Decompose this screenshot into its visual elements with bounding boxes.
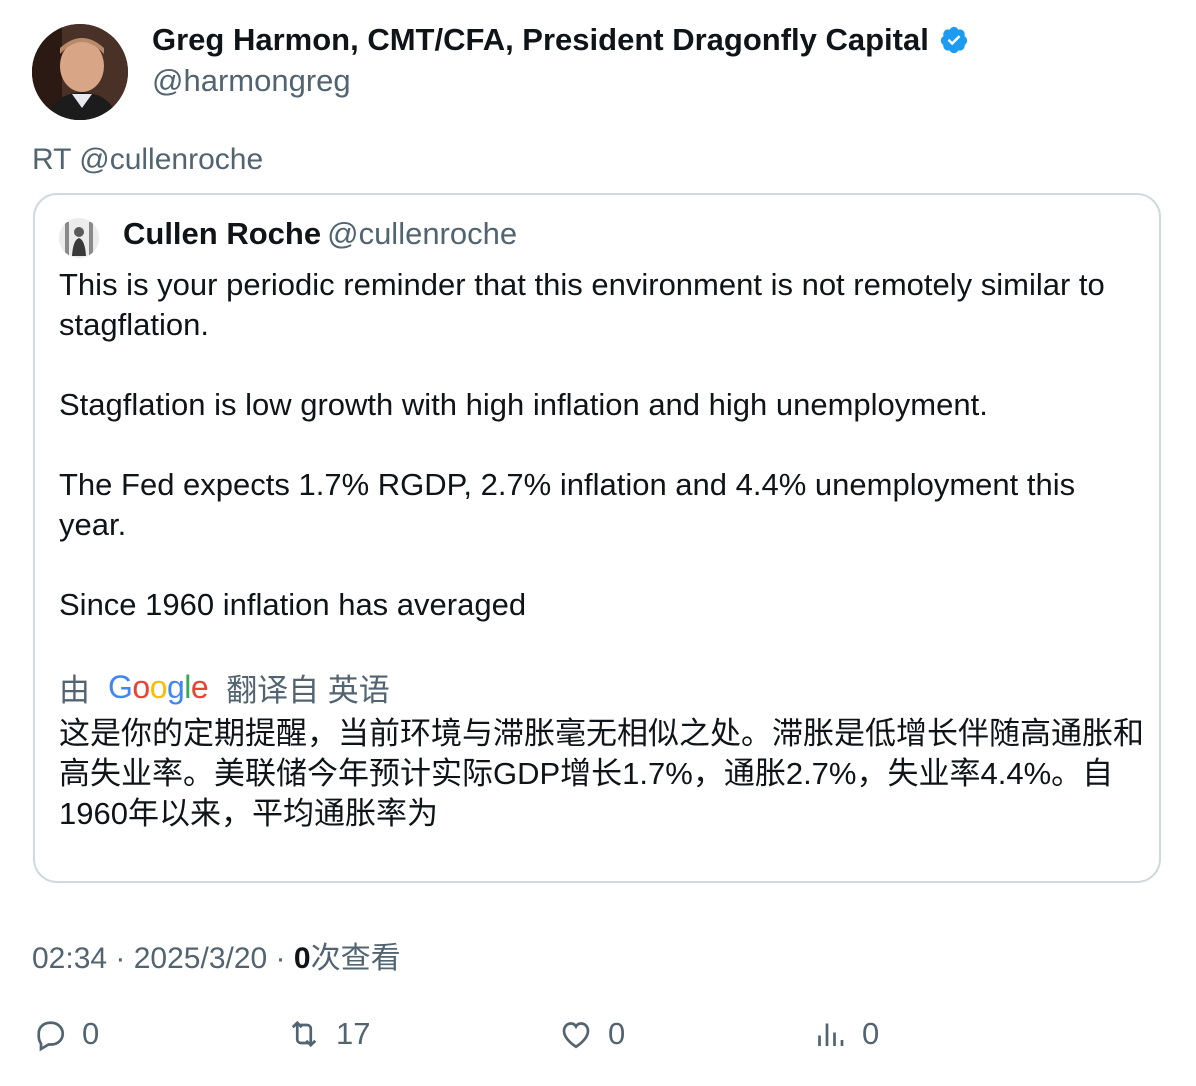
like-button[interactable]: 0 <box>558 1016 625 1052</box>
author-avatar[interactable] <box>32 24 128 120</box>
reply-button[interactable]: 0 <box>32 1016 99 1052</box>
reply-icon <box>37 1021 65 1052</box>
avatar-photo <box>32 24 128 120</box>
translated-text: 这是你的定期提醒，当前环境与滞胀毫无相似之处。滞胀是低增长伴随高通胀和高失业率。… <box>59 716 1144 831</box>
google-logo-icon: Google <box>108 669 209 705</box>
retweet-button[interactable]: 17 <box>286 1016 370 1052</box>
verified-badge-icon <box>939 25 969 55</box>
quoted-author-handle: @cullenroche <box>327 216 518 251</box>
quoted-tweet-text: This is your periodic reminder that this… <box>59 267 1105 622</box>
tweet-date[interactable]: 2025/3/20 <box>134 942 267 975</box>
quoted-author-name-text: Cullen Roche <box>123 216 322 251</box>
author-handle[interactable]: @harmongreg <box>152 63 351 99</box>
tweet-meta: 02:34 · 2025/3/20 · 0次查看 <box>32 942 401 975</box>
translation-attribution: 由 Google 翻译自 英语 <box>59 665 390 710</box>
views-count: 0 <box>293 942 311 975</box>
views-button[interactable]: 0 <box>812 1016 879 1052</box>
quoted-avatar-photo <box>59 218 99 258</box>
tweet-time[interactable]: 02:34 <box>32 942 107 975</box>
author-name-text: Greg Harmon, CMT/CFA, President Dragonfl… <box>152 22 929 57</box>
quoted-author-name[interactable]: Cullen Roche @cullenroche <box>123 216 517 252</box>
author-name[interactable]: Greg Harmon, CMT/CFA, President Dragonfl… <box>152 22 969 58</box>
views-action-count: 0 <box>862 1016 880 1051</box>
quoted-tweet-card[interactable]: Cullen Roche @cullenroche This is your pe… <box>33 193 1161 883</box>
analytics-icon <box>818 1023 844 1046</box>
action-bar: 0 17 0 0 <box>0 1016 1196 1066</box>
retweet-icon <box>291 1020 317 1048</box>
retweet-count: 17 <box>336 1016 371 1051</box>
reply-count: 0 <box>82 1016 100 1051</box>
translation-prefix: 由 <box>59 673 90 708</box>
quoted-author-avatar[interactable] <box>59 218 99 258</box>
heart-icon <box>562 1022 590 1049</box>
translation-suffix: 翻译自 英语 <box>226 673 390 708</box>
retweet-label: RT @cullenroche <box>32 143 264 176</box>
views-label: 次查看 <box>310 942 401 975</box>
like-count: 0 <box>608 1016 626 1051</box>
